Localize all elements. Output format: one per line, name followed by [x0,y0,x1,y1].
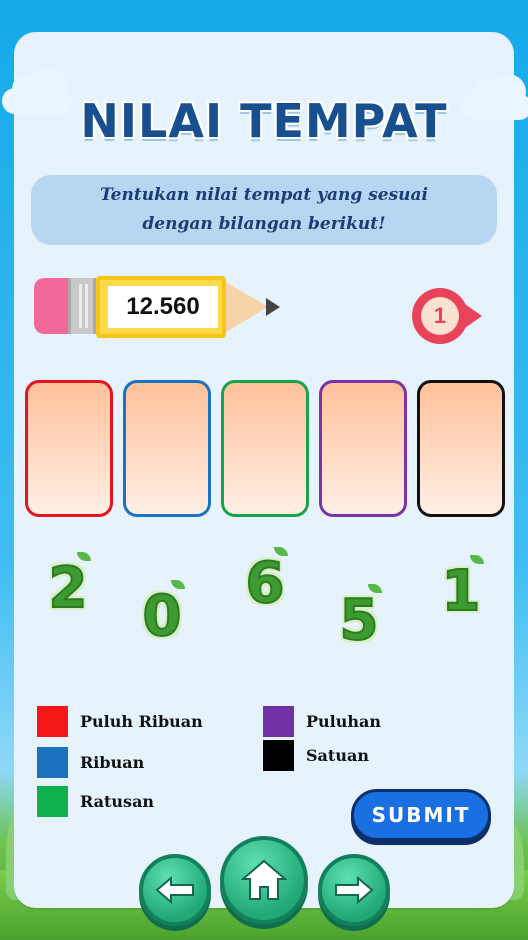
pencil-eraser [34,278,70,334]
drop-slot-ratusan[interactable] [221,380,309,517]
digit-value: 0 [142,583,183,650]
legend-label: Ribuan [80,753,145,772]
arrow-right-icon [335,875,374,905]
digit-value: 2 [48,555,89,622]
pencil-tip [226,282,268,332]
back-button[interactable] [139,854,211,926]
digit-value: 6 [245,550,286,617]
page-title: NILAI TEMPAT [80,94,448,148]
instruction-text: Tentukan nilai tempat yang sesuai dengan… [99,185,428,234]
legend-item: Satuan [263,740,369,771]
pencil-body: 12.560 [96,276,226,338]
digit-tile[interactable]: 5 [334,584,384,654]
drop-slot-satuan[interactable] [417,380,505,517]
drop-slot-puluh-ribuan[interactable] [25,380,113,517]
legend-item: Ratusan [37,786,154,817]
legend-label: Puluhan [306,712,382,731]
pencil-ferrule [68,278,96,334]
number-pencil: 12.560 [34,276,284,338]
legend-label: Satuan [306,746,369,765]
legend-swatch [37,786,68,817]
pencil-lead [266,298,280,316]
legend-item: Ribuan [37,747,144,778]
next-button[interactable] [318,854,390,926]
digit-tile[interactable]: 6 [240,547,290,617]
home-icon [241,859,287,900]
number-display: 12.560 [108,286,218,328]
home-button[interactable] [220,836,308,924]
submit-button[interactable]: SUBMIT [351,789,491,841]
digit-value: 1 [441,558,482,625]
question-number: 1 [421,297,459,335]
legend-label: Ratusan [80,792,155,811]
digit-tile[interactable]: 0 [137,580,187,650]
drop-slot-ribuan[interactable] [123,380,211,517]
digit-tile[interactable]: 2 [43,552,93,622]
digit-value: 5 [339,587,380,654]
drop-slot-puluhan[interactable] [319,380,407,517]
digit-tile[interactable]: 1 [436,555,486,625]
legend-item: Puluhan [263,706,381,737]
legend-swatch [263,706,294,737]
legend-swatch [37,706,68,737]
arrow-left-icon [155,875,194,905]
legend-swatch [263,740,294,771]
instruction-box: Tentukan nilai tempat yang sesuai dengan… [31,175,497,245]
question-number-badge: 1 [412,288,482,344]
legend-item: Puluh Ribuan [37,706,203,737]
legend-label: Puluh Ribuan [80,712,203,731]
legend-swatch [37,747,68,778]
